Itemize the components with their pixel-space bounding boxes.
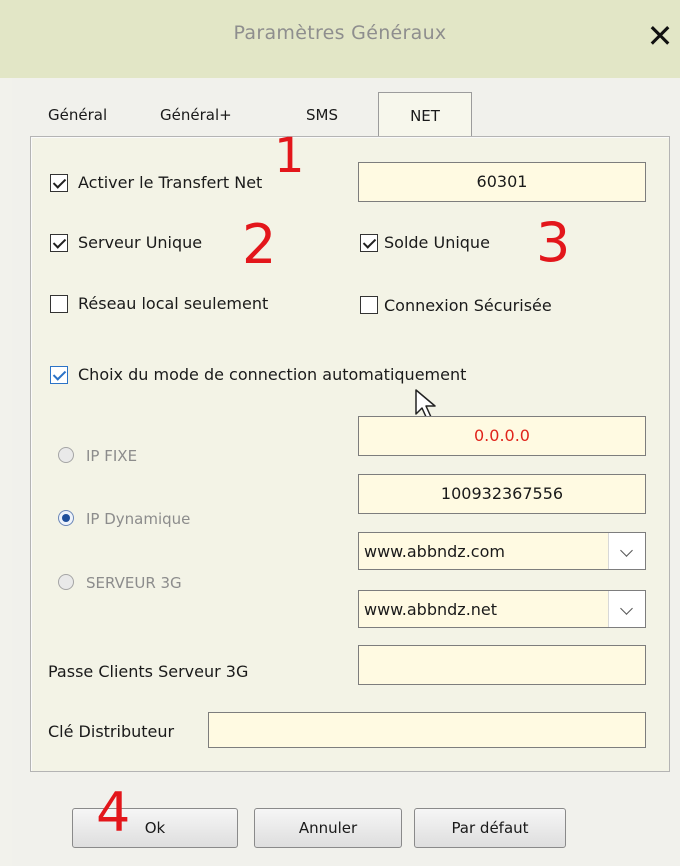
- connexion-securisee-checkbox[interactable]: [360, 296, 378, 314]
- activer-transfert-checkbox[interactable]: [50, 174, 68, 192]
- annotation-2: 2: [242, 213, 277, 276]
- window-title: Paramètres Généraux: [233, 22, 447, 44]
- serveur-unique-label: Serveur Unique: [78, 233, 203, 252]
- server-combo-2-value: www.abbndz.net: [364, 600, 498, 619]
- solde-unique-checkbox[interactable]: [360, 234, 378, 252]
- solde-unique-label: Solde Unique: [384, 233, 490, 252]
- activer-transfert-label: Activer le Transfert Net: [78, 173, 263, 192]
- ip-fixe-label: IP FIXE: [86, 447, 138, 465]
- reseau-local-label: Réseau local seulement: [78, 294, 269, 313]
- chevron-down-icon[interactable]: [608, 591, 645, 627]
- ip-dynamique-radio[interactable]: [58, 510, 74, 526]
- cle-distributeur-field[interactable]: [208, 712, 646, 748]
- choix-mode-checkbox[interactable]: [50, 366, 68, 384]
- connexion-securisee-label: Connexion Sécurisée: [384, 296, 552, 315]
- tab-general[interactable]: Général: [48, 106, 107, 124]
- ip-dynamique-label: IP Dynamique: [86, 510, 191, 528]
- par-defaut-button[interactable]: Par défaut: [414, 808, 566, 848]
- server-combo-1[interactable]: www.abbndz.com: [358, 532, 646, 570]
- choix-mode-label: Choix du mode de connection automatiquem…: [78, 365, 467, 384]
- annotation-3: 3: [536, 211, 571, 274]
- serveur-3g-radio[interactable]: [58, 574, 74, 590]
- tab-net-label: NET: [410, 107, 440, 125]
- chevron-down-icon[interactable]: [608, 533, 645, 569]
- annuler-button[interactable]: Annuler: [254, 808, 402, 848]
- tab-net[interactable]: NET: [378, 92, 472, 137]
- cle-distributeur-label: Clé Distributeur: [48, 722, 175, 741]
- passe-clients-field[interactable]: [358, 645, 646, 685]
- annotation-1: 1: [274, 128, 305, 184]
- serveur-3g-label: SERVEUR 3G: [86, 574, 182, 592]
- close-icon[interactable]: ✕: [646, 18, 674, 54]
- ip-fixe-radio[interactable]: [58, 447, 74, 463]
- port-field[interactable]: 60301: [358, 162, 646, 202]
- reseau-local-checkbox[interactable]: [50, 295, 68, 313]
- server-combo-2[interactable]: www.abbndz.net: [358, 590, 646, 628]
- tab-sms[interactable]: SMS: [306, 106, 338, 124]
- serveur-unique-checkbox[interactable]: [50, 234, 68, 252]
- server-combo-1-value: www.abbndz.com: [364, 542, 505, 561]
- tab-general-plus[interactable]: Général+: [160, 106, 232, 124]
- passe-clients-label: Passe Clients Serveur 3G: [48, 662, 249, 681]
- annotation-4: 4: [96, 781, 131, 844]
- ip-dynamique-field[interactable]: 100932367556: [358, 474, 646, 514]
- ip-fixe-field[interactable]: 0.0.0.0: [358, 416, 646, 456]
